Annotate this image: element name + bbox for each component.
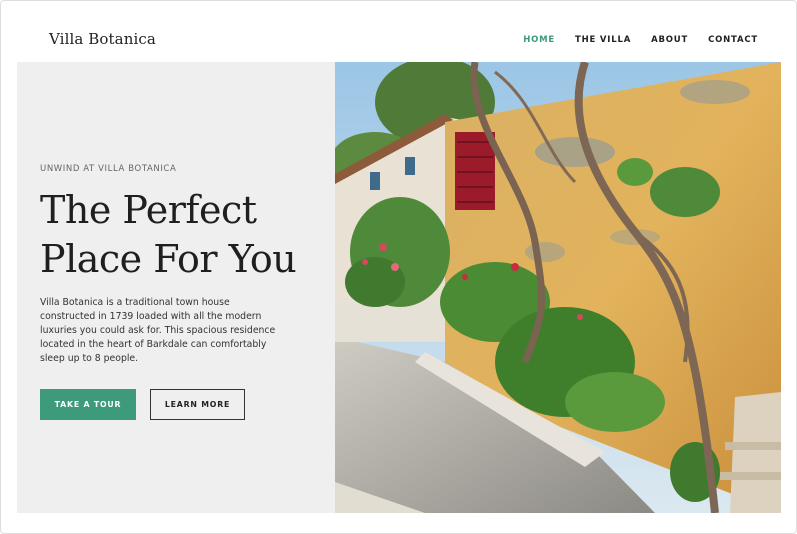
take-a-tour-button[interactable]: TAKE A TOUR [40, 389, 136, 420]
nav-item-contact[interactable]: CONTACT [708, 35, 758, 45]
learn-more-button[interactable]: LEARN MORE [150, 389, 245, 420]
site-logo[interactable]: Villa Botanica [49, 30, 156, 48]
main-nav: HOME THE VILLA ABOUT CONTACT [523, 35, 758, 45]
nav-item-about[interactable]: ABOUT [651, 35, 688, 45]
nav-item-home[interactable]: HOME [523, 35, 555, 45]
site-header: Villa Botanica HOME THE VILLA ABOUT CONT… [0, 0, 797, 62]
hero-eyebrow: UNWIND AT VILLA BOTANICA [40, 164, 177, 174]
hero-headline-line-1: The Perfect [40, 188, 257, 232]
nav-item-the-villa[interactable]: THE VILLA [575, 35, 631, 45]
hero-text-panel: UNWIND AT VILLA BOTANICA The Perfect Pla… [17, 62, 335, 513]
hero-headline-line-2: Place For You [40, 237, 297, 281]
hero-description: Villa Botanica is a traditional town hou… [40, 297, 276, 364]
hero-image [335, 62, 781, 513]
villa-street-photo [335, 62, 781, 513]
hero-headline: The Perfect Place For You [40, 186, 330, 284]
